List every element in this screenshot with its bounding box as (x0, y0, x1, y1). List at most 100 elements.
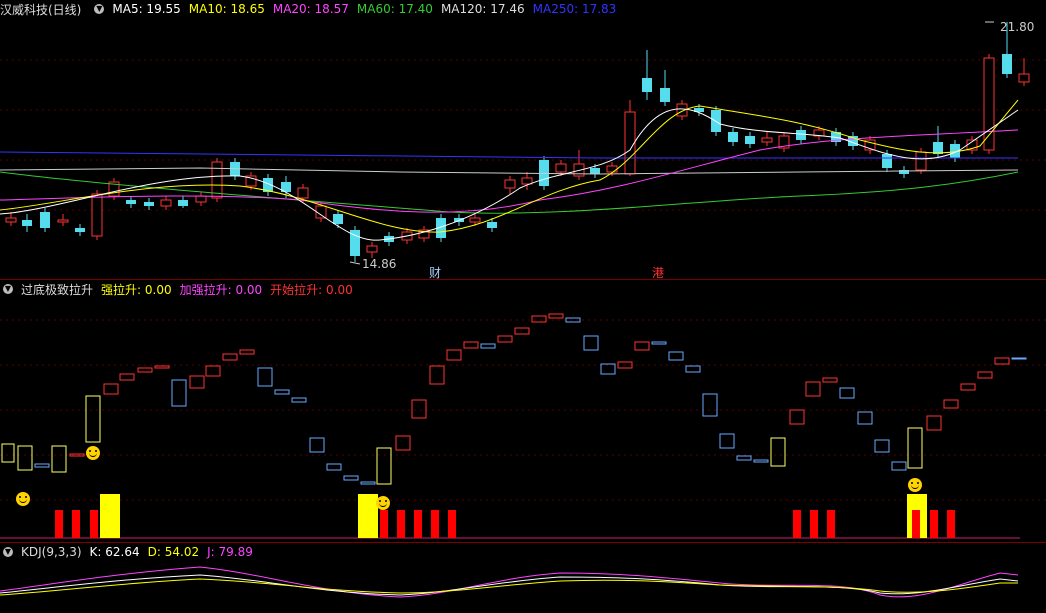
indicator-box (1, 443, 15, 463)
indicator-box (222, 353, 238, 361)
signal-bar (947, 510, 955, 538)
candle-body (983, 57, 995, 151)
indicator-box (239, 349, 255, 355)
low-price-label: 14.86 (362, 257, 397, 271)
indicator-box (497, 335, 513, 343)
indicator-box (34, 463, 50, 468)
low-pointer (349, 261, 361, 265)
signal-bar (930, 510, 938, 538)
signal-bar (793, 510, 801, 538)
indicator-box (429, 365, 445, 385)
main-price-panel[interactable]: 汉威科技(日线) ▼ MA5: 19.55 MA10: 18.65 MA20: … (0, 0, 1046, 280)
strong-signal-bar (358, 494, 378, 538)
candle-body (22, 220, 32, 226)
candle-body (555, 163, 567, 173)
candle-body (1002, 54, 1012, 74)
indicator-box (960, 383, 976, 391)
signal-bar (414, 510, 422, 538)
indicator-box (926, 415, 942, 431)
candle-body (915, 151, 927, 171)
indicator-panel-1[interactable]: ▼ 过底极致拉升 强拉升: 0.00 加强拉升: 0.00 开始拉升: 0.00 (0, 280, 1046, 542)
indicator-box (51, 445, 67, 473)
indicator-box (446, 349, 462, 361)
indicator-box (907, 427, 923, 469)
indicator-box (343, 475, 359, 481)
candle-body (728, 132, 738, 142)
candle-body (5, 217, 17, 223)
indicator-box (583, 335, 599, 351)
signal-bar (72, 510, 80, 538)
indicator-box (702, 393, 718, 417)
strong-signal-bar (100, 494, 120, 538)
candle-body (642, 78, 652, 92)
ma120-line (0, 167, 1019, 175)
indicator-box (376, 447, 392, 485)
indicator-box (531, 315, 547, 323)
candle-body (469, 217, 481, 223)
indicator-box (360, 481, 376, 485)
kdj-chart[interactable] (0, 543, 1046, 613)
indicator-box (189, 375, 205, 389)
high-price-label: 21.80 (1000, 20, 1035, 34)
indicator-box (1011, 357, 1027, 360)
candle-body (660, 88, 670, 102)
indicator-box (994, 357, 1010, 365)
indicator-box (326, 463, 342, 471)
indicator-box (291, 397, 307, 403)
candle-body (933, 142, 943, 154)
signal-bar (380, 510, 388, 538)
indicator-box (977, 371, 993, 379)
indicator-box (171, 379, 187, 407)
candle-body (521, 177, 533, 185)
candle-body (624, 111, 636, 175)
indicator-box (137, 367, 153, 373)
candle-body (796, 130, 806, 140)
indicator-box (685, 365, 701, 373)
candle-body (745, 136, 755, 144)
candle-body (454, 218, 464, 222)
indicator-box (480, 343, 496, 349)
signal-bar (55, 510, 63, 538)
indicator-box (514, 327, 530, 335)
candle-body (144, 202, 154, 206)
indicator-box (943, 399, 959, 409)
candle-body (504, 179, 516, 189)
smiley-icon (376, 496, 390, 510)
candle-body (160, 199, 172, 207)
candle-body (1018, 73, 1030, 83)
indicator-box (770, 437, 786, 467)
candle-body (487, 222, 497, 228)
indicator-box (822, 377, 838, 383)
ma10-line (0, 99, 1019, 233)
signal-bar (810, 510, 818, 538)
candle-body (57, 219, 69, 223)
candle-body (195, 195, 207, 203)
candle-body (366, 245, 378, 253)
signal-bar (397, 510, 405, 538)
candle-body (178, 200, 188, 206)
indicator1-chart[interactable] (0, 280, 1046, 542)
signal-bar (912, 510, 920, 538)
candle-body (606, 165, 618, 173)
indicator-box (119, 373, 135, 381)
signal-bar (827, 510, 835, 538)
indicator-box (85, 395, 101, 443)
indicator-box (205, 365, 221, 377)
candle-body (590, 168, 600, 174)
kdj-panel[interactable]: ▼ KDJ(9,3,3) K: 62.64 D: 54.02 J: 79.89 (0, 543, 1046, 613)
candle-body (40, 212, 50, 228)
candle-body (126, 200, 136, 204)
indicator-box (839, 387, 855, 399)
indicator-box (309, 437, 325, 453)
indicator-box (719, 433, 735, 449)
indicator-box (274, 389, 290, 395)
indicator-box (463, 341, 479, 349)
indicator-box (395, 435, 411, 451)
indicator-box (103, 383, 119, 395)
indicator-box (411, 399, 427, 419)
signal-bar (448, 510, 456, 538)
candlestick-chart[interactable] (0, 0, 1046, 280)
candle-body (91, 193, 103, 237)
indicator-box (668, 351, 684, 361)
ma60-line (0, 171, 1019, 214)
